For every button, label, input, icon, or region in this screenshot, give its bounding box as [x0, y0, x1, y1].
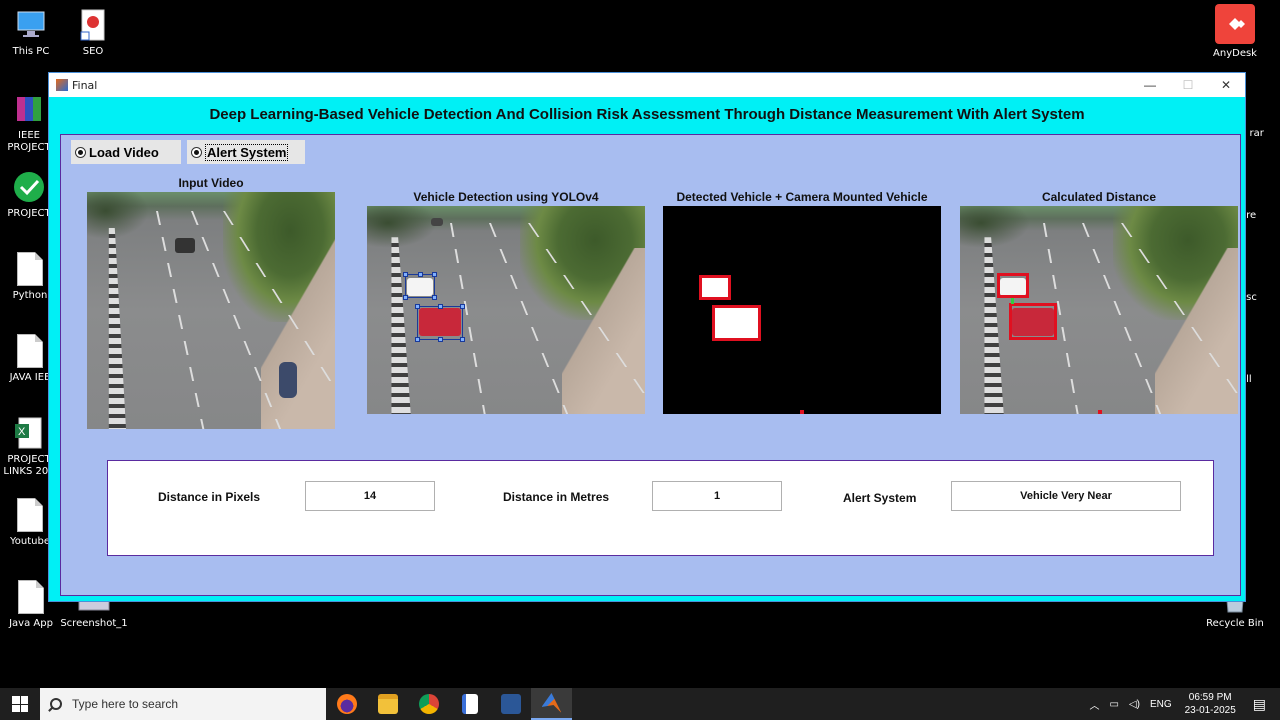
vehicle-bounding-box — [997, 273, 1029, 298]
excel-file-icon: X — [12, 416, 46, 450]
language-indicator[interactable]: ENG — [1150, 699, 1172, 710]
maximize-button[interactable]: ☐ — [1169, 73, 1207, 97]
vehicle-mask-box — [712, 305, 761, 341]
desktop-icon-label: esc — [1240, 292, 1257, 303]
desktop-icon-partial[interactable]: esc — [1240, 292, 1280, 304]
taskbar-word[interactable] — [490, 688, 531, 720]
taskbar-file-explorer[interactable] — [367, 688, 408, 720]
yolo-detection-title: Vehicle Detection using YOLOv4 — [413, 190, 599, 204]
radio-dot-icon — [191, 146, 202, 158]
radio-dot-icon — [75, 146, 86, 158]
window-title: Final — [72, 78, 98, 92]
desktop-icon-partial[interactable]: d rar — [1240, 128, 1280, 140]
close-button[interactable]: ✕ — [1207, 73, 1245, 97]
speaker-icon[interactable]: ◁) — [1129, 699, 1140, 710]
camera-vehicle-marker — [1098, 410, 1102, 414]
file-icon — [13, 334, 47, 368]
desktop-icon-label: Screenshot_1 — [60, 618, 128, 629]
alert-system-label: Alert System — [843, 491, 917, 505]
detection-selection-box — [415, 304, 465, 342]
desktop-icon-partial[interactable]: all — [1240, 374, 1280, 386]
distance-metres-field[interactable]: 1 — [652, 481, 782, 511]
document-shortcut-icon — [76, 8, 110, 42]
load-video-label: Load Video — [89, 144, 159, 160]
taskbar-matlab[interactable] — [531, 688, 572, 720]
checkmark-icon — [12, 170, 46, 204]
minimize-button[interactable]: — — [1131, 73, 1169, 97]
app-header-title: Deep Learning-Based Vehicle Detection An… — [209, 106, 1085, 123]
distance-pixels-field[interactable]: 14 — [305, 481, 435, 511]
firefox-icon — [336, 694, 357, 714]
start-button[interactable] — [0, 688, 40, 720]
word-icon — [500, 694, 521, 714]
alert-system-label: Alert System — [205, 143, 289, 161]
search-icon — [50, 698, 62, 710]
desktop-icon-partial[interactable]: ere — [1240, 210, 1280, 222]
winrar-icon — [12, 92, 46, 126]
camera-vehicle-marker — [800, 410, 804, 414]
distance-pixels-label: Distance in Pixels — [158, 490, 261, 504]
alert-system-radio[interactable]: Alert System — [187, 140, 305, 164]
desktop-icon-seo[interactable]: SEO — [58, 8, 128, 58]
desktop-icon-anydesk[interactable]: AnyDesk — [1200, 4, 1270, 60]
desktop-icon-label: all — [1240, 374, 1280, 386]
detected-vehicle-title: Detected Vehicle + Camera Mounted Vehicl… — [676, 190, 928, 204]
taskbar-notepad[interactable] — [449, 688, 490, 720]
desktop-icon-label: Java App — [9, 618, 53, 629]
desktop-icon-label: Recycle Bin — [1206, 618, 1264, 629]
notepad-icon — [461, 694, 478, 714]
taskbar-firefox[interactable] — [326, 688, 367, 720]
vehicle-mask-box — [699, 275, 731, 300]
calculated-distance-title: Calculated Distance — [1041, 190, 1157, 204]
distance-metres-label: Distance in Metres — [503, 490, 610, 504]
chrome-icon — [418, 694, 439, 714]
input-video-frame — [87, 192, 335, 429]
app-window: Final — ☐ ✕ Deep Learning-Based Vehicle … — [48, 72, 1246, 602]
desktop-icon-label: AnyDesk — [1213, 48, 1257, 59]
file-explorer-icon — [377, 694, 398, 714]
load-video-radio[interactable]: Load Video — [71, 140, 181, 164]
svg-text:X: X — [18, 426, 26, 438]
distance-info-panel: Distance in Pixels 14 Distance in Metres… — [107, 460, 1214, 556]
desktop-icon-label: This PC — [12, 46, 50, 57]
matlab-figure-icon — [56, 79, 68, 91]
network-icon[interactable]: ▭ — [1109, 699, 1118, 710]
file-icon — [14, 580, 48, 614]
file-icon — [13, 498, 47, 532]
detected-vehicle-mask — [663, 206, 941, 414]
taskbar-clock[interactable]: 06:59 PM 23-01-2025 — [1185, 691, 1236, 717]
matlab-icon — [541, 693, 562, 713]
vehicle-bounding-box — [1009, 303, 1057, 340]
desktop-icon-label: d rar — [1240, 128, 1264, 139]
detection-selection-box — [403, 272, 437, 300]
clock-date: 23-01-2025 — [1184, 705, 1236, 716]
chevron-up-icon[interactable]: ︿ — [1089, 697, 1099, 712]
file-icon — [13, 252, 47, 286]
desktop-icon-label: SEO — [82, 46, 104, 57]
notification-icon[interactable]: ▤ — [1253, 696, 1266, 713]
main-panel: Load Video Alert System Input Video Vehi… — [60, 134, 1241, 596]
clock-time: 06:59 PM — [1188, 692, 1232, 703]
input-video-title: Input Video — [178, 176, 244, 190]
desktop-icon-label: ere — [1240, 210, 1257, 221]
system-tray: ︿ ▭ ◁) ENG 06:59 PM 23-01-2025 ▤ — [1084, 688, 1280, 720]
yolo-detection-frame — [367, 206, 645, 414]
computer-icon — [14, 8, 48, 42]
windows-logo-icon — [12, 696, 28, 712]
window-titlebar[interactable]: Final — ☐ ✕ — [49, 73, 1245, 97]
search-placeholder: Type here to search — [72, 697, 179, 711]
taskbar-search-box[interactable]: Type here to search — [40, 688, 326, 720]
taskbar-chrome[interactable] — [408, 688, 449, 720]
anydesk-icon — [1215, 4, 1255, 44]
distance-line — [1011, 298, 1014, 304]
window-controls: — ☐ ✕ — [1131, 73, 1245, 97]
car-image — [175, 238, 195, 253]
calculated-distance-frame — [960, 206, 1238, 414]
alert-status-field[interactable]: Vehicle Very Near — [951, 481, 1181, 511]
motorcycle-image — [279, 362, 297, 398]
taskbar: Type here to search ︿ ▭ ◁) ENG 06:59 PM … — [0, 688, 1280, 720]
desktop-icon-this-pc[interactable]: This PC — [0, 8, 62, 58]
